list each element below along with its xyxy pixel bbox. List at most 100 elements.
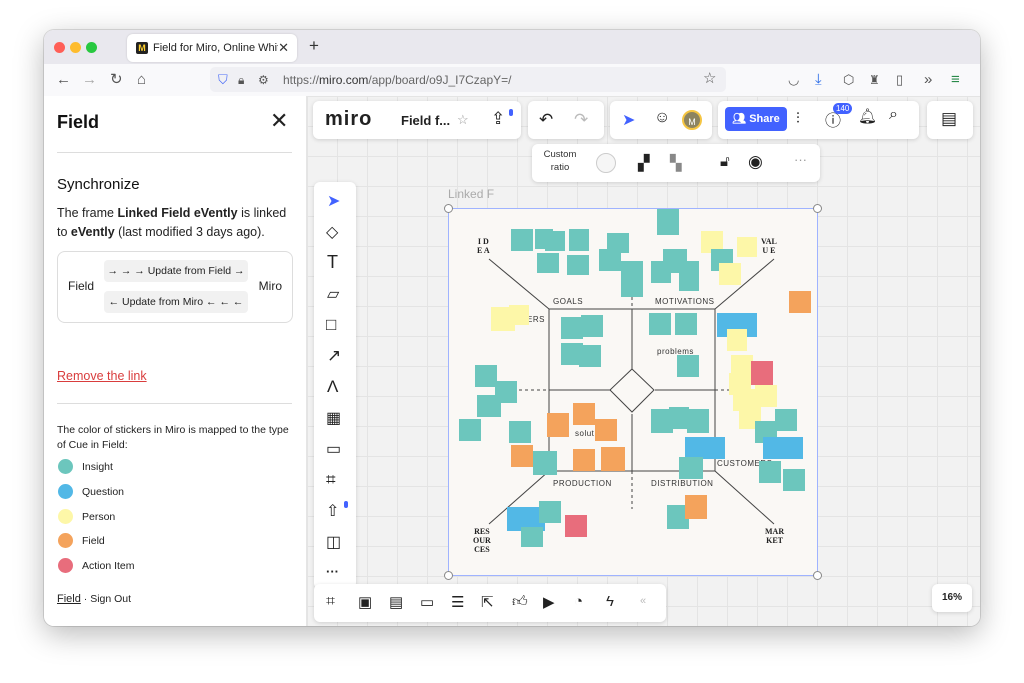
sticky-note[interactable] [521,527,543,547]
more-options-icon[interactable]: ··· [794,152,807,167]
sticky-note[interactable] [669,407,689,429]
new-tab-icon[interactable]: + [309,36,319,56]
sticky-note[interactable] [687,409,709,433]
reactions-icon[interactable]: ☺ [654,109,670,127]
timer-icon[interactable]: ◔ [574,593,583,610]
sticky-note[interactable] [789,291,811,313]
sticky-note[interactable] [601,447,625,471]
extension-icon[interactable]: ⬡ [843,71,854,89]
sticky-note[interactable] [759,461,781,483]
bell-icon[interactable]: 🔔︎ [858,107,877,125]
sticky-note[interactable] [567,255,589,275]
table-tool-icon[interactable]: ▦ [326,408,341,428]
sticky-note[interactable] [509,305,529,325]
sticky-note[interactable] [539,501,561,523]
shape-tool-icon[interactable]: □ [326,315,336,335]
sticky-note[interactable] [565,515,587,537]
board-title[interactable]: Field f... [401,113,450,128]
sticky-note[interactable] [459,419,481,441]
sticky-note[interactable] [679,261,699,291]
avatar[interactable]: M [682,110,702,130]
templates-icon[interactable]: ◇ [326,222,338,242]
sticky-note[interactable] [511,445,533,467]
back-icon[interactable]: ← [56,71,71,89]
sticky-note[interactable] [533,451,557,475]
reload-icon[interactable]: ↻ [110,71,123,89]
frame-resize-handle[interactable] [813,571,822,580]
notes-icon[interactable]: ▤ [941,109,957,129]
lock-icon[interactable]: 🔒︎ [238,71,244,89]
sticky-note[interactable] [751,361,773,385]
sticky-note[interactable] [763,437,803,459]
sticky-note[interactable] [621,261,643,297]
redo-icon[interactable]: ↷ [574,110,588,130]
sticky-note[interactable] [685,495,707,519]
field-link[interactable]: Field [57,593,81,605]
screen-share-icon[interactable]: ▭ [420,593,434,611]
miro-logo[interactable]: miro [325,108,372,131]
layout-tool-icon[interactable]: ◫ [326,532,341,552]
voting-icon[interactable]: 👍︎ [512,593,528,611]
pen-tool-icon[interactable]: Λ [327,377,338,397]
frame-resize-handle[interactable] [444,204,453,213]
sticky-note[interactable] [657,209,679,235]
maximize-window-button[interactable] [86,42,97,53]
sticky-note[interactable] [477,395,501,417]
frame-grid-icon[interactable]: ▚ [670,154,682,172]
lock-icon[interactable]: 🔓︎ [720,153,730,170]
frames-icon[interactable]: ⌗ [326,593,335,611]
overflow-menu-icon[interactable]: » [924,71,932,89]
remove-link-button[interactable]: Remove the link [57,369,147,383]
sticky-note[interactable] [651,261,671,283]
app-menu-icon[interactable]: ≡ [951,71,960,89]
select-cursor-icon[interactable]: ➤ [327,191,340,211]
close-icon[interactable]: ✕ [270,108,288,134]
shield-icon[interactable]: ⛉ [218,71,228,89]
sticky-note[interactable] [737,237,757,257]
undo-icon[interactable]: ↶ [539,110,553,130]
browser-tab[interactable]: M Field for Miro, Online Whiteboard ✕ [127,34,297,62]
sticky-note[interactable] [547,413,569,437]
sticky-note[interactable] [581,315,603,337]
sticky-note[interactable] [511,229,533,251]
collapse-toolbar-icon[interactable]: « [640,595,646,607]
bookmark-star-icon[interactable]: ☆ [703,70,716,88]
sticky-note[interactable] [561,317,583,339]
frame-tool-icon[interactable]: ⌗ [326,470,336,490]
close-window-button[interactable] [54,42,65,53]
sticky-note[interactable] [537,253,559,273]
cursor-filter-icon[interactable]: ➤ [622,110,635,130]
cards-icon[interactable]: ☰ [451,593,464,611]
comment-tool-icon[interactable]: ▭ [326,439,341,459]
sign-out-link[interactable]: Sign Out [90,593,131,605]
sticky-note[interactable] [573,449,595,471]
extension-2-icon[interactable]: ♜ [869,71,880,89]
sticky-note[interactable] [595,419,617,441]
home-icon[interactable]: ⌂ [137,71,146,89]
sticky-note[interactable] [475,365,497,387]
sticky-note[interactable] [569,229,589,251]
close-tab-icon[interactable]: ✕ [278,40,289,56]
minimize-window-button[interactable] [70,42,81,53]
search-icon[interactable]: ⌕ [889,106,898,124]
comments-icon[interactable]: ▤ [389,593,403,611]
frame-resize-handle[interactable] [444,571,453,580]
apps-lightning-icon[interactable]: ϟ [606,593,614,610]
address-bar[interactable]: ⛉ 🔒︎ ⚙ https://miro.com/app/board/o9J_I7… [210,67,726,92]
sticky-note[interactable] [755,385,777,407]
export-icon[interactable]: ⇱ [481,593,494,611]
text-tool-icon[interactable]: T [327,252,338,273]
sticky-note[interactable] [677,355,699,377]
sticky-note[interactable] [719,263,741,285]
presentation-icon[interactable]: ▣ [358,593,372,611]
upload-tool-icon[interactable]: ⇧ [326,501,339,521]
video-chat-icon[interactable]: ▶ [543,593,555,611]
sticky-note[interactable] [545,231,565,251]
linked-frame[interactable]: I DE A VAL U E RES OUR CES MAR KET GOALS MOT… [448,208,818,576]
sticky-note[interactable] [685,437,725,459]
sticky-note[interactable] [679,457,703,479]
share-button[interactable]: 👥︎ Share [725,107,787,131]
frame-color-picker[interactable] [596,153,616,173]
downloads-icon[interactable]: ⤓ [815,71,822,89]
more-tools-icon[interactable]: ··· [326,564,339,579]
